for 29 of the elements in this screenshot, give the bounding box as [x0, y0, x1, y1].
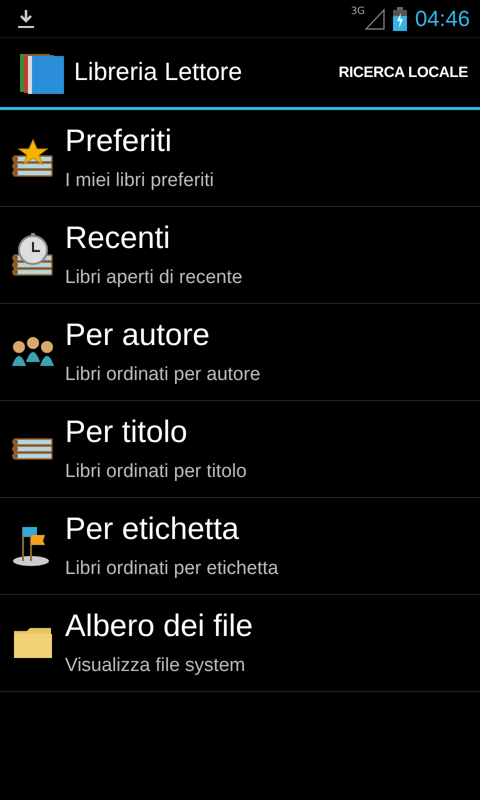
folder-icon [12, 627, 52, 659]
books-icon [10, 437, 54, 461]
menu-item[interactable]: Albero dei file Visualizza file system [0, 595, 480, 692]
item-subtitle: I miei libri preferiti [65, 170, 214, 192]
menu-item[interactable]: Per titolo Libri ordinati per titolo [0, 401, 480, 498]
item-subtitle: Libri ordinati per titolo [65, 461, 247, 483]
item-title: Recenti [65, 221, 172, 255]
menu-item[interactable]: Recenti Libri aperti di recente [0, 207, 480, 304]
item-subtitle: Libri ordinati per autore [65, 364, 260, 386]
battery-icon [392, 6, 407, 30]
item-title: Per autore [65, 318, 211, 352]
item-subtitle: Visualizza file system [65, 655, 246, 677]
item-subtitle: Libri aperti di recente [65, 267, 242, 289]
item-subtitle: Libri ordinati per etichetta [65, 558, 278, 580]
menu-item[interactable]: Per etichetta Libri ordinati per etichetta [0, 498, 480, 595]
app-title: Libreria Lettore [74, 58, 242, 87]
local-search-button[interactable]: RICERCA LOCALE [338, 56, 468, 89]
star-books-icon [10, 138, 54, 178]
signal-icon [364, 8, 385, 30]
clock-books-icon [10, 233, 54, 277]
clock-time: 04:46 [414, 6, 470, 32]
item-title: Per titolo [65, 415, 188, 449]
download-icon [18, 8, 34, 28]
item-title: Preferiti [65, 124, 173, 158]
menu-item[interactable]: Per autore Libri ordinati per autore [0, 304, 480, 401]
menu-item[interactable]: Preferiti I miei libri preferiti [0, 110, 480, 207]
item-title: Per etichetta [65, 512, 240, 546]
item-title: Albero dei file [65, 609, 253, 643]
network-label: 3G [350, 6, 365, 17]
